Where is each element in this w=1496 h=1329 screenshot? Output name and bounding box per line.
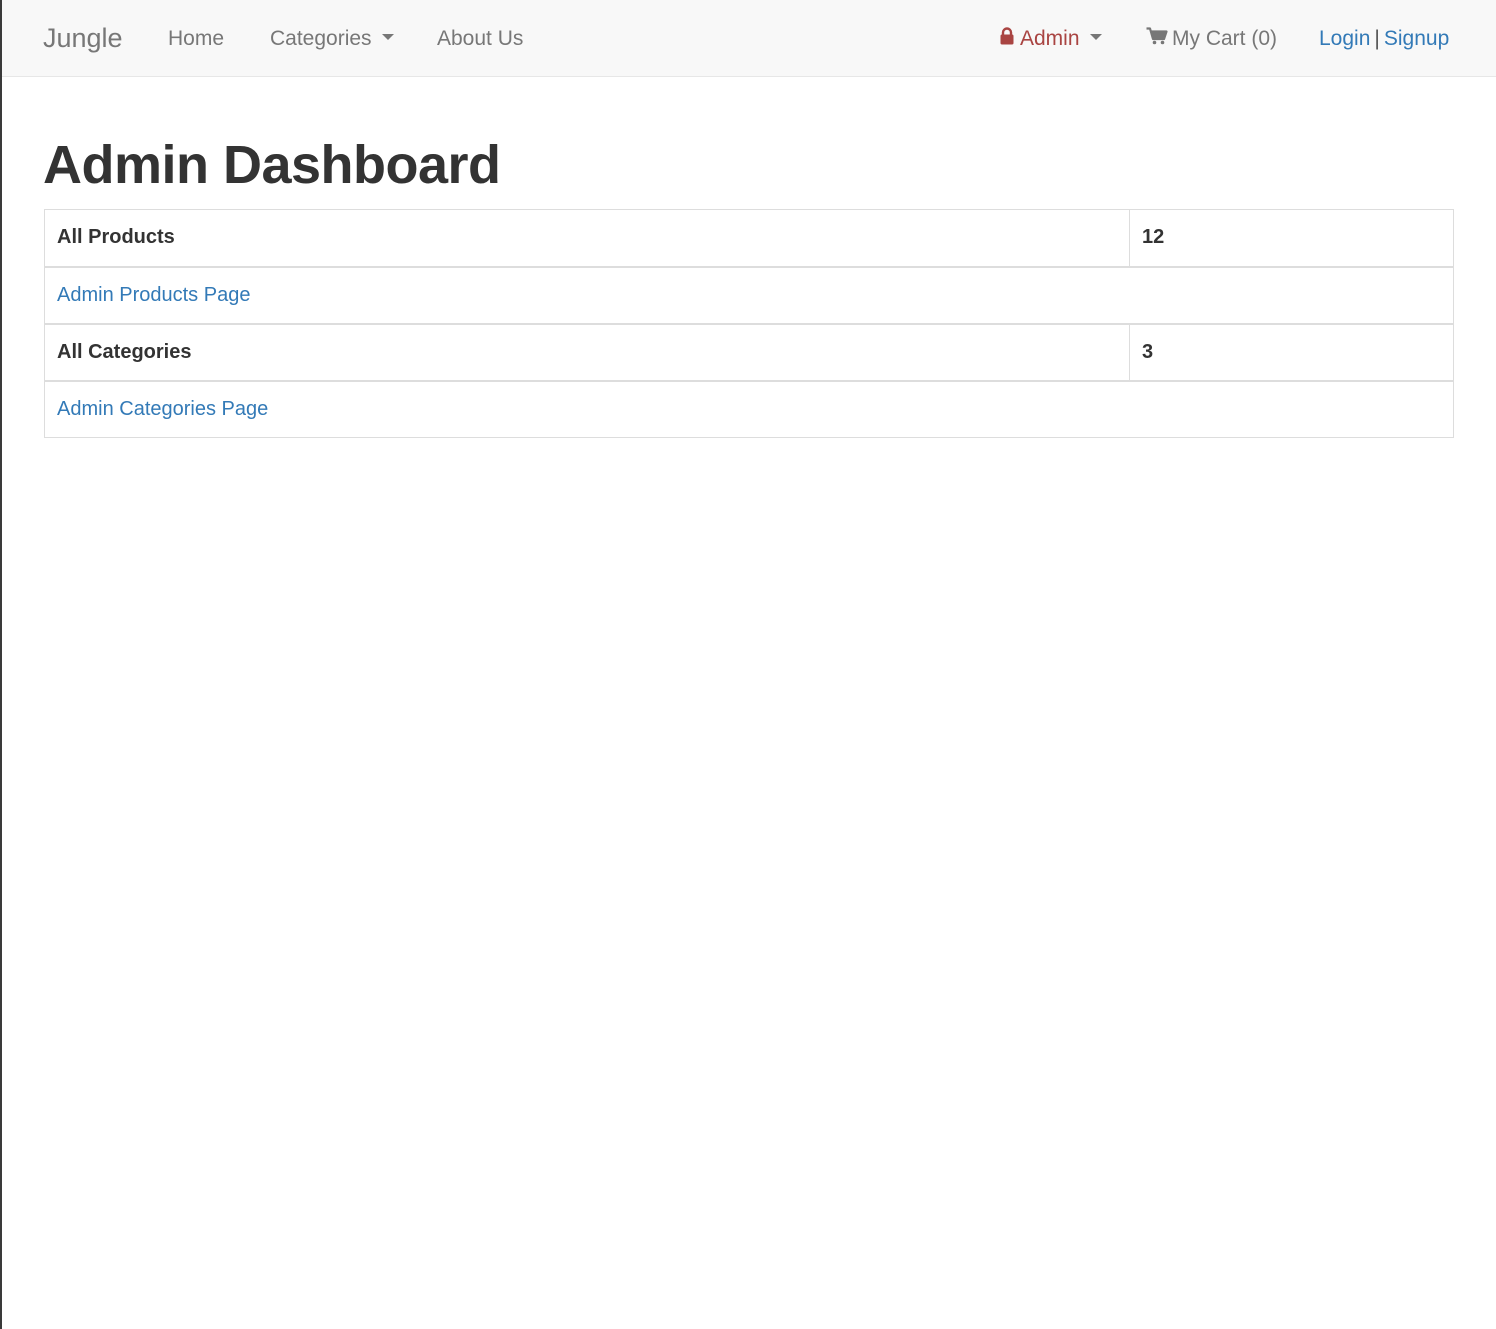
- navbar: Jungle Home Categories About Us Admin My…: [2, 0, 1496, 77]
- nav-about-link[interactable]: About Us: [437, 0, 523, 77]
- caret-down-icon: [1089, 34, 1102, 41]
- all-categories-label: All Categories: [44, 322, 1130, 381]
- nav-categories-label: Categories: [270, 27, 372, 50]
- admin-products-cell: Admin Products Page: [44, 265, 1454, 324]
- table-row: Admin Products Page: [44, 265, 1454, 324]
- nav-categories-dropdown[interactable]: Categories: [270, 0, 394, 77]
- nav-auth-links: Login | Signup: [1319, 0, 1449, 77]
- table-row: All Products 12: [44, 209, 1454, 267]
- shopping-cart-icon: [1146, 27, 1168, 45]
- admin-products-link[interactable]: Admin Products Page: [57, 284, 250, 306]
- nav-admin-dropdown[interactable]: Admin: [1000, 0, 1102, 77]
- all-products-count: 12: [1129, 209, 1454, 267]
- nav-cart-link[interactable]: My Cart (0): [1146, 0, 1277, 77]
- all-products-label: All Products: [44, 209, 1130, 267]
- dashboard-table: All Products 12 Admin Products Page All …: [44, 209, 1454, 438]
- admin-categories-cell: Admin Categories Page: [44, 379, 1454, 438]
- page-title: Admin Dashboard: [43, 135, 501, 195]
- nav-cart-label: My Cart (0): [1172, 27, 1277, 50]
- login-link[interactable]: Login: [1319, 27, 1370, 50]
- lock-icon: [1000, 27, 1014, 45]
- table-row: All Categories 3: [44, 322, 1454, 381]
- all-categories-count: 3: [1129, 322, 1454, 381]
- page: Jungle Home Categories About Us Admin My…: [0, 0, 1496, 1329]
- auth-separator: |: [1374, 27, 1380, 50]
- table-row: Admin Categories Page: [44, 379, 1454, 438]
- nav-admin-label: Admin: [1020, 27, 1080, 50]
- signup-link[interactable]: Signup: [1384, 27, 1449, 50]
- admin-categories-link[interactable]: Admin Categories Page: [57, 398, 268, 420]
- brand-logo[interactable]: Jungle: [43, 0, 123, 77]
- nav-home-link[interactable]: Home: [168, 0, 224, 77]
- caret-down-icon: [381, 34, 394, 41]
